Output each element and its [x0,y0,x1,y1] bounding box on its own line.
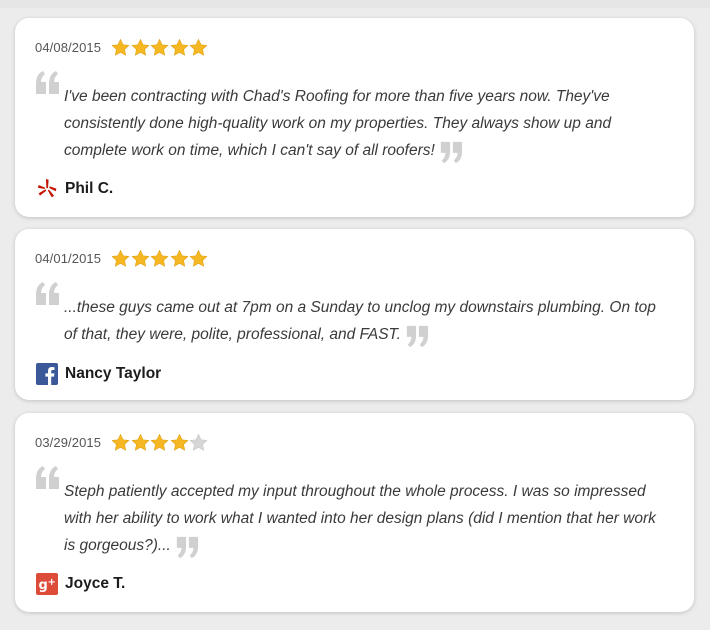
star-filled-icon [150,433,169,451]
close-quote-icon [406,325,428,348]
author-name: Phil C. [65,180,114,197]
author-name: Nancy Taylor [65,365,162,382]
review-date: 04/08/2015 [35,39,102,55]
review-card: 04/01/2015 ...these guys came out at 7pm… [15,229,694,400]
yelp-icon [38,179,57,198]
review-meta: 04/08/2015 [35,36,209,58]
review-meta: 03/29/2015 [35,431,209,453]
star-filled-icon [131,433,150,451]
top-edge [0,0,710,8]
star-filled-icon [111,38,130,56]
svg-text:g: g [39,578,48,593]
close-quote-icon [176,536,198,559]
open-quote-icon [36,71,59,94]
star-filled-icon [150,38,169,56]
review-author: Phil C. [36,178,113,200]
star-filled-icon [111,249,130,267]
review-text: ...these guys came out at 7pm on a Sunda… [64,294,659,348]
star-filled-icon [111,433,130,451]
review-date: 04/01/2015 [35,250,102,266]
google-plus-icon: g + [36,573,58,595]
author-name: Joyce T. [65,575,126,592]
open-quote-icon [36,282,59,305]
review-card: 04/08/2015 I've been contracting with Ch… [15,18,694,217]
review-text: I've been contracting with Chad's Roofin… [64,83,659,164]
open-quote-icon [36,466,59,489]
review-text-content: ...these guys came out at 7pm on a Sunda… [64,299,656,343]
star-rating [111,249,209,268]
star-filled-icon [170,38,189,56]
star-filled-icon [150,249,169,267]
review-text-content: Steph patiently accepted my input throug… [64,483,656,554]
review-author: g + Joyce T. [36,573,125,595]
star-rating [111,38,209,57]
close-quote-icon [440,141,462,164]
review-text-content: I've been contracting with Chad's Roofin… [64,88,612,159]
star-filled-icon [189,249,208,267]
review-text: Steph patiently accepted my input throug… [64,478,659,559]
star-empty-icon [189,433,208,451]
star-filled-icon [131,249,150,267]
review-meta: 04/01/2015 [35,247,209,269]
star-rating [111,433,209,452]
star-filled-icon [131,38,150,56]
svg-text:+: + [48,577,56,588]
star-filled-icon [170,433,189,451]
facebook-icon [36,363,58,385]
review-author: Nancy Taylor [36,363,161,385]
review-date: 03/29/2015 [35,434,102,450]
star-filled-icon [189,38,208,56]
review-card: 03/29/2015 Steph patiently accepted my i… [15,413,694,612]
star-filled-icon [170,249,189,267]
